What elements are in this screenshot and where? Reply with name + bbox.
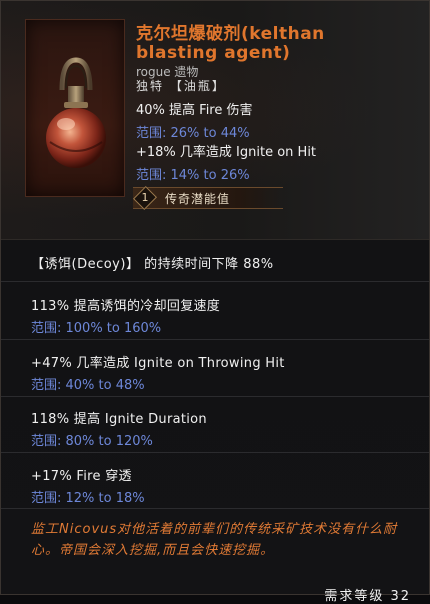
item-name: 克尔坦爆破剂(kelthan blasting agent) (136, 24, 325, 63)
legendary-potential-label: 传奇潜能值 (165, 192, 231, 206)
affix-range: 范围: 12% to 18% (31, 491, 145, 506)
divider (1, 508, 429, 509)
affix-4: +17% Fire 穿透 范围: 12% to 18% (31, 465, 145, 506)
legendary-potential-value: 1 (141, 191, 149, 204)
tooltip-header: 克尔坦爆破剂(kelthan blasting agent) rogue 遗物 … (1, 1, 429, 240)
implicit-mod-2: +18% 几率造成 Ignite on Hit 范围: 14% to 26% (136, 141, 316, 183)
legendary-potential-badge: 1 传奇潜能值 (132, 185, 283, 211)
divider (1, 452, 429, 453)
affix-1: 113% 提高诱饵的冷却回复速度 范围: 100% to 160% (31, 295, 220, 336)
divider (1, 281, 429, 282)
affix-range: 范围: 80% to 120% (31, 434, 153, 449)
mod-range: 范围: 26% to 44% (136, 126, 250, 141)
mod-text: 40% 提高 Fire 伤害 (136, 103, 253, 118)
affix-text: 118% 提高 Ignite Duration (31, 412, 207, 427)
affix-text: +17% Fire 穿透 (31, 469, 132, 484)
affix-text: 113% 提高诱饵的冷却回复速度 (31, 299, 221, 314)
mod-text: +18% 几率造成 Ignite on Hit (136, 145, 317, 160)
item-icon-frame (25, 19, 125, 197)
unique-mod: 【诱饵(Decoy)】 的持续时间下降 88% (31, 257, 274, 272)
affix-range: 范围: 100% to 160% (31, 321, 162, 336)
affix-3: 118% 提高 Ignite Duration 范围: 80% to 120% (31, 408, 207, 449)
affix-text: +47% 几率造成 Ignite on Throwing Hit (31, 356, 285, 371)
lore-text: 监工Nicovus对他活着的前辈们的传统采矿技术没有什么耐心。帝国会深入挖掘,而… (31, 522, 398, 558)
diamond-badge-icon: 1 (132, 185, 158, 211)
implicit-mod-1: 40% 提高 Fire 伤害 范围: 26% to 44% (136, 99, 253, 141)
divider (1, 339, 429, 340)
oil-flask-icon (46, 57, 106, 168)
divider (1, 396, 429, 397)
affix-range: 范围: 40% to 48% (31, 378, 145, 393)
mod-range: 范围: 14% to 26% (136, 168, 250, 183)
affix-2: +47% 几率造成 Ignite on Throwing Hit 范围: 40%… (31, 352, 285, 393)
item-subtype: 独特 【油瓶】 (136, 79, 226, 93)
item-tooltip: 克尔坦爆破剂(kelthan blasting agent) rogue 遗物 … (0, 0, 430, 604)
